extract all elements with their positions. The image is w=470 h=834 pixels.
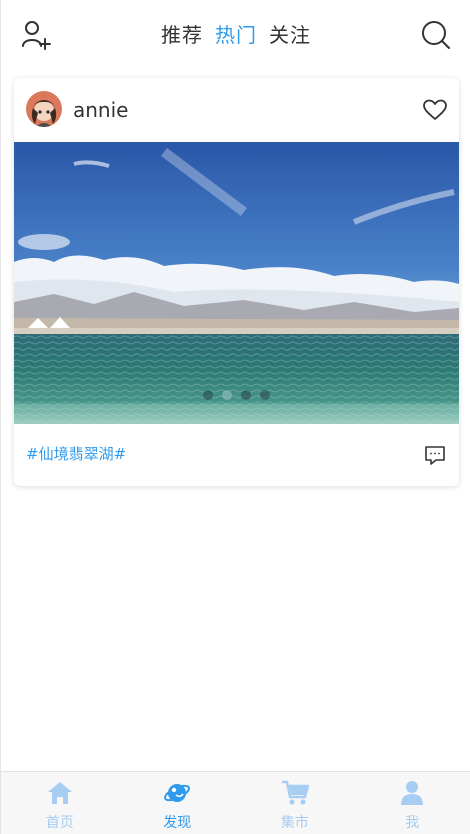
avatar[interactable] — [26, 91, 62, 127]
carousel-dot[interactable] — [203, 390, 213, 400]
tab-hot[interactable]: 热门 — [215, 22, 257, 48]
top-bar: 推荐 热门 关注 — [1, 0, 470, 68]
app-screen: 推荐 热门 关注 annie #仙境翡翠湖# 首页 发现 集市 我 — [0, 0, 470, 834]
carousel-indicator — [14, 390, 459, 400]
tab-following[interactable]: 关注 — [269, 22, 311, 48]
post-hashtag[interactable]: #仙境翡翠湖# — [26, 444, 126, 464]
post-username[interactable]: annie — [73, 97, 128, 123]
carousel-dot[interactable] — [260, 390, 270, 400]
feed-tabs: 推荐 热门 关注 — [1, 22, 470, 48]
nav-market-label: 集市 — [280, 815, 309, 831]
tab-recommend[interactable]: 推荐 — [161, 22, 203, 48]
home-icon — [47, 782, 72, 804]
nav-me[interactable]: 我 — [354, 772, 470, 834]
bottom-nav: 首页 发现 集市 我 — [1, 771, 470, 834]
carousel-dot[interactable] — [241, 390, 251, 400]
nav-home-label: 首页 — [45, 815, 74, 831]
nav-home[interactable]: 首页 — [1, 772, 119, 834]
cart-icon — [281, 780, 309, 805]
post-card: annie #仙境翡翠湖# — [14, 78, 459, 486]
comment-icon[interactable] — [424, 444, 446, 466]
nav-market[interactable]: 集市 — [236, 772, 354, 834]
nav-me-label: 我 — [405, 815, 420, 831]
carousel-dot-active[interactable] — [222, 390, 232, 400]
search-icon[interactable] — [419, 18, 453, 52]
post-header: annie — [14, 78, 459, 142]
nav-discover[interactable]: 发现 — [119, 772, 237, 834]
nav-discover-label: 发现 — [163, 815, 192, 831]
heart-outline-icon[interactable] — [422, 97, 448, 123]
user-icon — [401, 781, 424, 805]
post-photo[interactable] — [14, 142, 459, 424]
discover-planet-icon — [164, 784, 191, 802]
